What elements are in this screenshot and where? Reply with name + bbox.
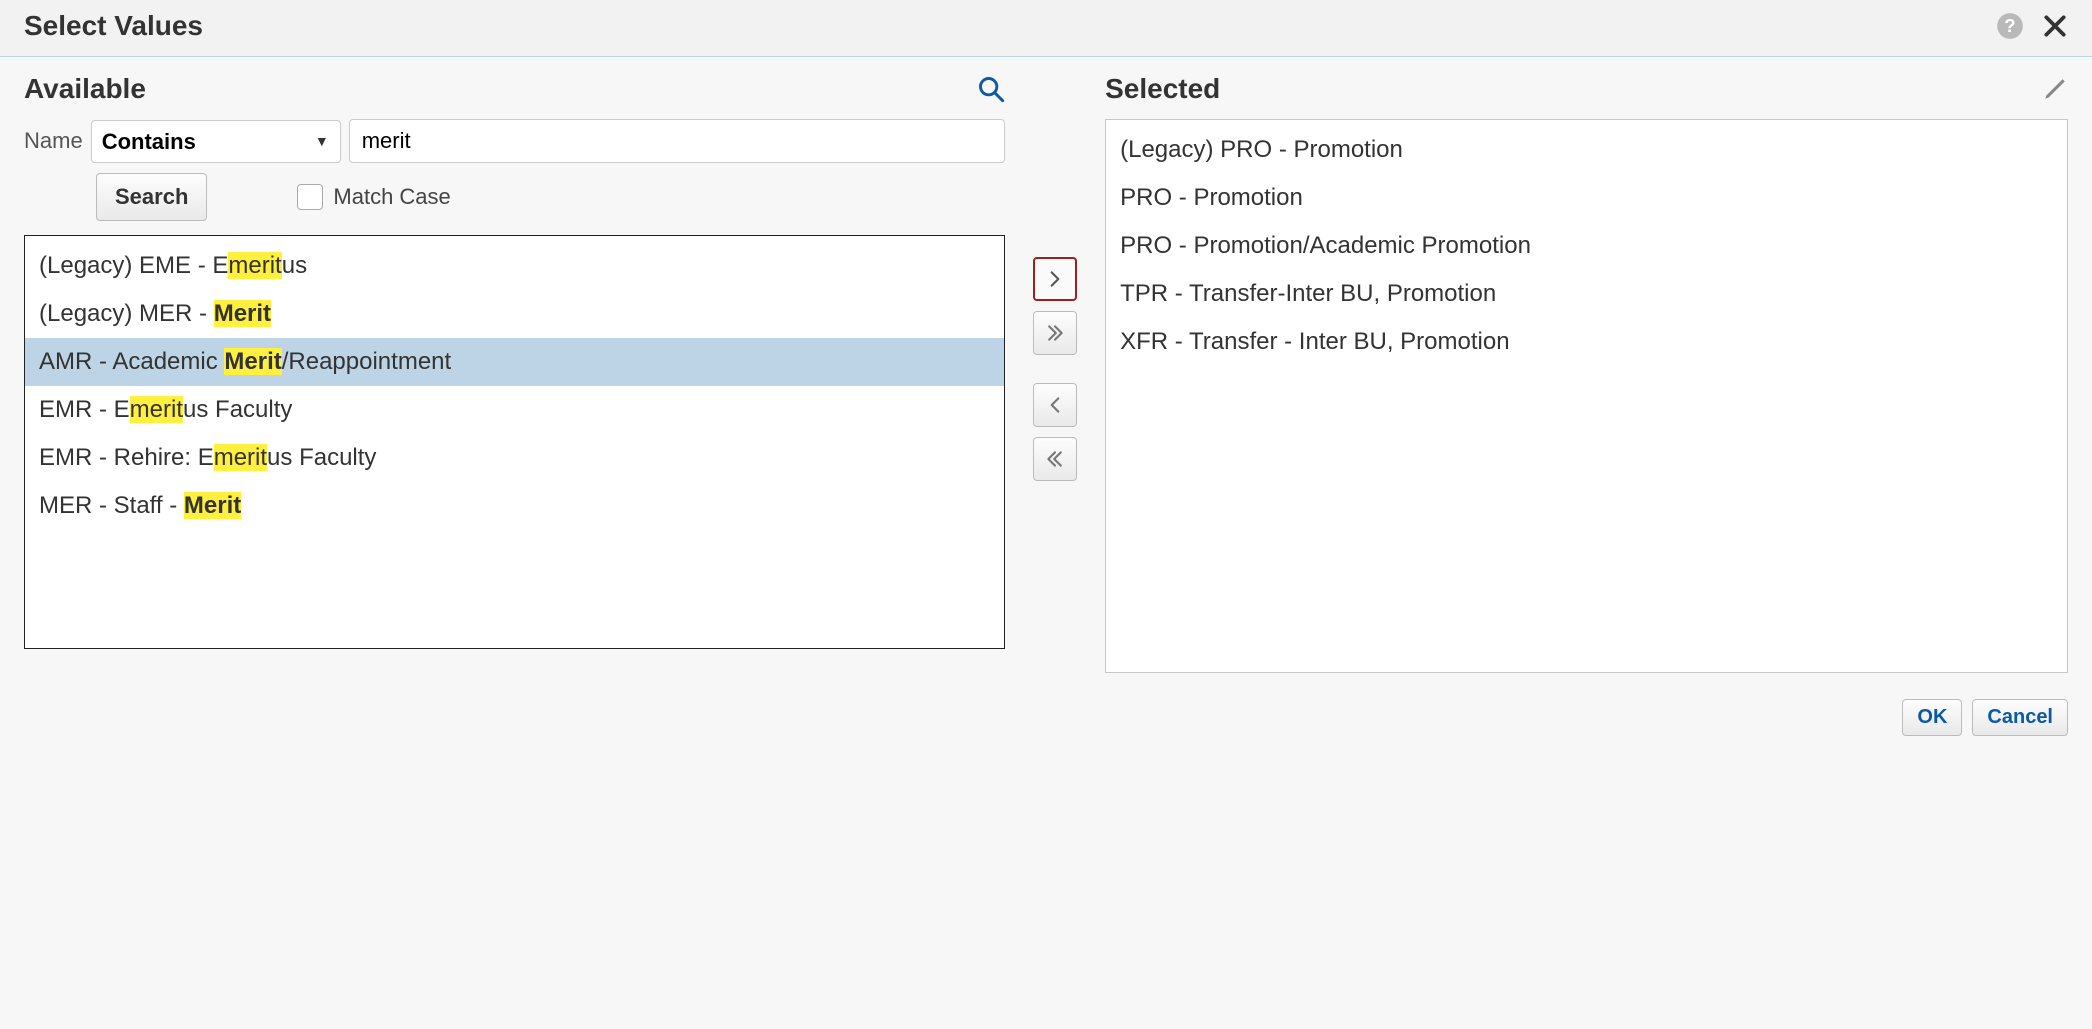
list-item[interactable]: (Legacy) MER - Merit [25,290,1004,338]
dialog-footer: OK Cancel [0,681,2092,746]
filter-label: Name [24,128,83,154]
shuttle-controls [1025,69,1085,673]
svg-text:?: ? [2004,15,2015,36]
selected-listbox[interactable]: (Legacy) PRO - PromotionPRO - PromotionP… [1105,119,2068,673]
selected-pane: Selected (Legacy) PRO - PromotionPRO - P… [1105,69,2068,673]
filter-operator-select[interactable]: Contains [91,120,341,163]
list-item[interactable]: TPR - Transfer-Inter BU, Promotion [1106,270,2067,318]
move-right-button[interactable] [1033,257,1077,301]
list-item[interactable]: PRO - Promotion [1106,174,2067,222]
filter-value-input[interactable] [349,119,1005,163]
list-item[interactable]: EMR - Emeritus Faculty [25,386,1004,434]
help-icon[interactable]: ? [1996,12,2024,40]
list-item[interactable]: MER - Staff - Merit [25,482,1004,530]
available-pane: Available Name Contains ▼ [24,69,1005,673]
move-all-left-button[interactable] [1033,437,1077,481]
select-values-dialog: Select Values ? Available Name [0,0,2092,746]
list-item[interactable]: XFR - Transfer - Inter BU, Promotion [1106,318,2067,366]
search-icon[interactable] [977,75,1005,103]
move-all-right-button[interactable] [1033,311,1077,355]
search-button[interactable]: Search [96,173,207,221]
match-case-checkbox[interactable] [297,184,323,210]
match-case-label: Match Case [333,184,450,210]
cancel-button[interactable]: Cancel [1972,699,2068,736]
ok-button[interactable]: OK [1902,699,1962,736]
close-icon[interactable] [2042,13,2068,39]
list-item[interactable]: (Legacy) PRO - Promotion [1106,126,2067,174]
list-item[interactable]: EMR - Rehire: Emeritus Faculty [25,434,1004,482]
dialog-titlebar: Select Values ? [0,0,2092,57]
available-listbox[interactable]: (Legacy) EME - Emeritus(Legacy) MER - Me… [24,235,1005,649]
dialog-title: Select Values [24,10,203,42]
selected-heading: Selected [1105,73,1220,105]
list-item[interactable]: (Legacy) EME - Emeritus [25,242,1004,290]
move-left-button[interactable] [1033,383,1077,427]
pencil-icon[interactable] [2042,76,2068,102]
list-item[interactable]: PRO - Promotion/Academic Promotion [1106,222,2067,270]
available-heading: Available [24,73,146,105]
list-item[interactable]: AMR - Academic Merit/Reappointment [25,338,1004,386]
